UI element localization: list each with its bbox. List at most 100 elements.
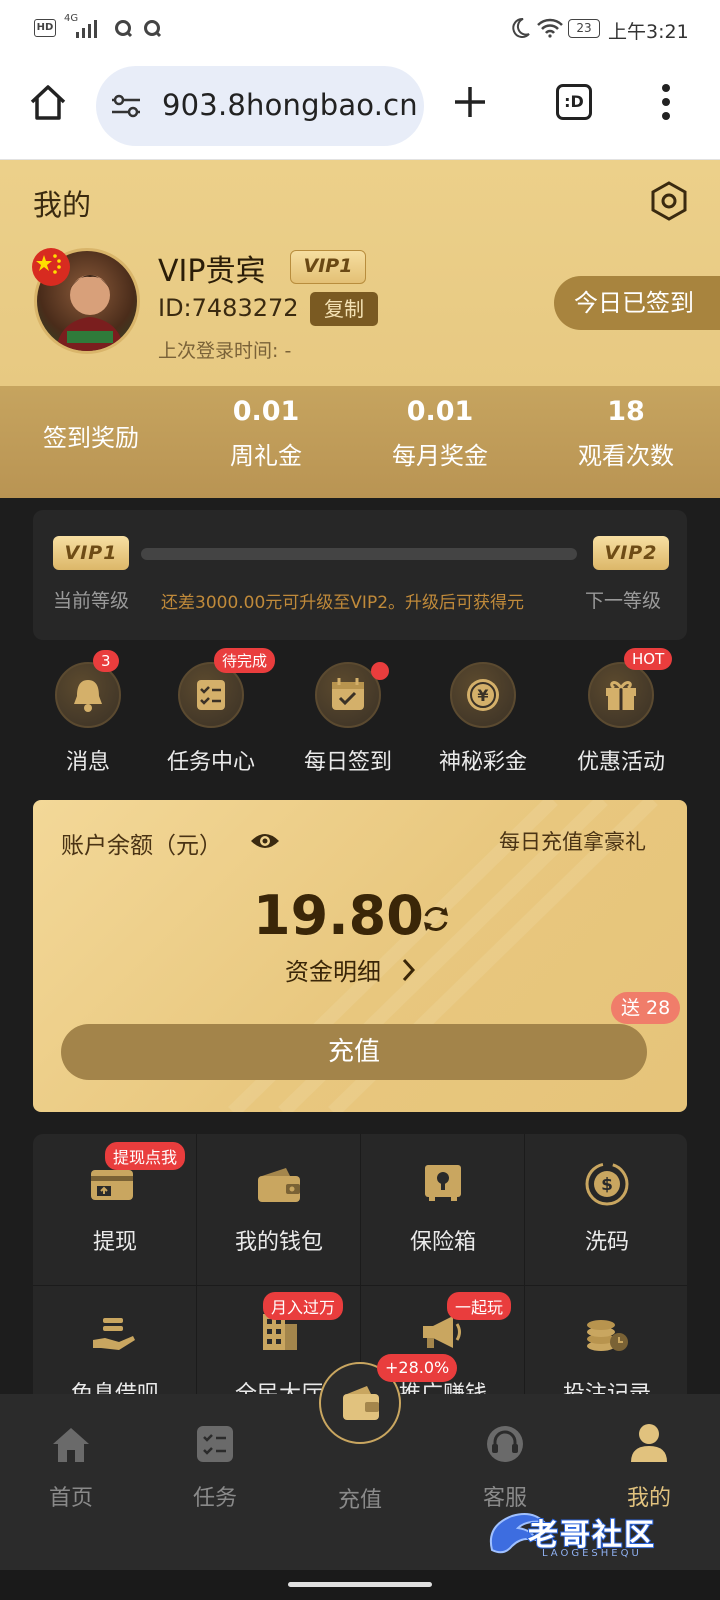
bell-icon [55, 662, 121, 728]
grid-safe[interactable]: 保险箱 [361, 1134, 525, 1286]
quick-daily-checkin[interactable]: 每日签到 [283, 658, 413, 778]
quick-task-center[interactable]: 待完成 任务中心 [146, 648, 276, 778]
promote-badge: 一起玩 [447, 1292, 512, 1320]
task-pending-badge: 待完成 [214, 648, 276, 673]
quick-label-messages: 消息 [65, 750, 110, 775]
vip-level-badge: VIP1 [290, 250, 366, 284]
balance-title: 账户余额（元） [61, 833, 222, 859]
current-vip-badge: VIP1 [53, 536, 129, 570]
grid-wallet[interactable]: 我的钱包 [197, 1134, 361, 1286]
moon-icon [512, 17, 530, 38]
quick-mystery-bonus[interactable]: ¥ 神秘彩金 [418, 658, 548, 778]
user-icon [631, 1424, 667, 1462]
task-list-icon [197, 1426, 233, 1462]
quick-label-promotions: 优惠活动 [576, 750, 665, 775]
url-text[interactable]: 903.8hongbao.cn [162, 88, 418, 122]
grid-withdraw[interactable]: 提现点我 提现 [33, 1134, 197, 1286]
checkin-dot-badge [371, 662, 389, 680]
tab-tasks[interactable]: 任务 [160, 1394, 270, 1514]
balance-card: 账户余额（元） 每日充值拿豪礼 19.80 资金明细 充值 送 28 [33, 800, 687, 1112]
tab-home[interactable]: 首页 [16, 1394, 126, 1514]
upgrade-message: 还差3000.00元可升级至VIP2。升级后可获得元 [161, 593, 525, 613]
site-settings-icon[interactable] [110, 93, 142, 119]
nickname: VIP贵宾 [158, 254, 266, 289]
recharge-button[interactable]: 充值 [61, 1024, 647, 1080]
user-id: ID:7483272 [158, 294, 299, 322]
system-nav-bar [0, 1570, 720, 1600]
chevron-right-icon [402, 958, 416, 982]
grid-loan[interactable]: 免息借呗 [33, 1286, 197, 1404]
browser-toolbar: 903.8hongbao.cn :D [0, 58, 720, 160]
eye-icon[interactable] [249, 830, 281, 852]
new-tab-icon[interactable] [452, 84, 488, 120]
quick-label-mystery-bonus: 神秘彩金 [438, 750, 527, 775]
grid-bet-records[interactable]: 投注记录 [525, 1286, 687, 1404]
coins-record-icon [587, 1320, 628, 1351]
quick-messages[interactable]: 3 消息 [23, 650, 153, 778]
weekly-gift-value: 0.01 [232, 396, 300, 427]
grid-label-safe: 保险箱 [409, 1230, 476, 1255]
tab-switcher-button[interactable]: :D [556, 84, 592, 120]
fund-details-link[interactable]: 资金明细 [285, 952, 381, 987]
quick-label-task-center: 任务中心 [166, 750, 255, 775]
checkin-status-button[interactable]: 今日已签到 [554, 276, 720, 330]
yen-coin-icon: ¥ [450, 662, 516, 728]
tab-recharge[interactable]: +28.0% 充值 [305, 1354, 458, 1514]
monthly-bonus-value: 0.01 [406, 396, 474, 427]
status-bar: HD 4G 23 上午3:21 [0, 0, 720, 58]
quick-promotions[interactable]: HOT 优惠活动 [556, 648, 686, 778]
balance-amount: 19.80 [253, 884, 424, 947]
refresh-icon[interactable] [419, 902, 453, 936]
next-level-label: 下一等级 [585, 590, 662, 612]
monthly-bonus-label[interactable]: 每月奖金 [360, 436, 520, 471]
more-menu-icon[interactable] [660, 82, 672, 122]
bottom-tab-bar: 首页 任务 +28.0% 充值 客服 我的 老哥社区 LAOGESHEQU [0, 1354, 720, 1570]
quick-label-daily-checkin: 每日签到 [303, 750, 392, 775]
gift-icon [588, 662, 654, 728]
page-title: 我的 [33, 188, 92, 222]
svg-text:¥: ¥ [477, 686, 488, 705]
checkin-reward-label: 签到奖励 [43, 424, 139, 452]
daily-recharge-promo[interactable]: 每日充值拿豪礼 [499, 826, 646, 856]
tab-support[interactable]: 客服 [450, 1394, 560, 1514]
grid-rebate[interactable]: $ 洗码 [525, 1134, 687, 1286]
address-bar[interactable]: 903.8hongbao.cn [96, 66, 424, 146]
profile-header: 我的 VIP贵宾 VIP1 ID:7483272 复制 上次登录时间: - 今日… [0, 160, 720, 386]
stats-strip: 签到奖励 0.01 周礼金 0.01 每月奖金 18 观看次数 [0, 386, 720, 498]
withdraw-card-icon [91, 1170, 133, 1200]
headset-icon [487, 1426, 523, 1462]
tab-label-tasks: 任务 [192, 1486, 237, 1511]
hd-indicator: HD [34, 19, 56, 37]
bonus-badge: 送 28 [611, 992, 681, 1024]
tab-label-home: 首页 [48, 1486, 93, 1511]
recharge-bonus-badge: +28.0% [377, 1354, 458, 1382]
china-flag-icon [32, 248, 70, 286]
vip-progress-card[interactable]: VIP1 VIP2 当前等级 还差3000.00元可升级至VIP2。升级后可获得… [33, 510, 687, 640]
tab-mine[interactable]: 我的 [594, 1394, 704, 1514]
message-count-badge: 3 [93, 650, 119, 672]
view-count-label[interactable]: 观看次数 [546, 436, 706, 471]
hot-badge: HOT [624, 648, 673, 670]
signal-icon [76, 20, 97, 38]
copy-id-button[interactable]: 复制 [310, 292, 378, 326]
grid-label-rebate: 洗码 [584, 1230, 629, 1255]
grid-label-wallet: 我的钱包 [234, 1230, 323, 1255]
wallet-icon [258, 1168, 300, 1202]
battery-icon: 23 [568, 19, 600, 38]
home-icon[interactable] [28, 82, 68, 122]
svg-text:$: $ [601, 1175, 613, 1195]
view-count-value: 18 [607, 396, 645, 427]
home-gesture-handle[interactable] [288, 1582, 432, 1587]
notification-icon [115, 20, 133, 38]
quick-icons-row: 3 消息 待完成 任务中心 每日签到 ¥ 神秘彩金 HOT 优惠活动 [0, 648, 720, 778]
grid-label-withdraw: 提现 [92, 1230, 137, 1255]
safe-icon [425, 1165, 461, 1201]
loan-hand-icon [93, 1318, 135, 1350]
clock: 上午3:21 [608, 21, 689, 43]
notification-icon-2 [144, 20, 162, 38]
settings-icon[interactable] [648, 180, 690, 222]
rebate-coin-icon: $ [585, 1162, 629, 1206]
withdraw-badge: 提现点我 [105, 1142, 186, 1170]
current-level-label: 当前等级 [53, 590, 130, 612]
weekly-gift-label[interactable]: 周礼金 [186, 436, 346, 471]
